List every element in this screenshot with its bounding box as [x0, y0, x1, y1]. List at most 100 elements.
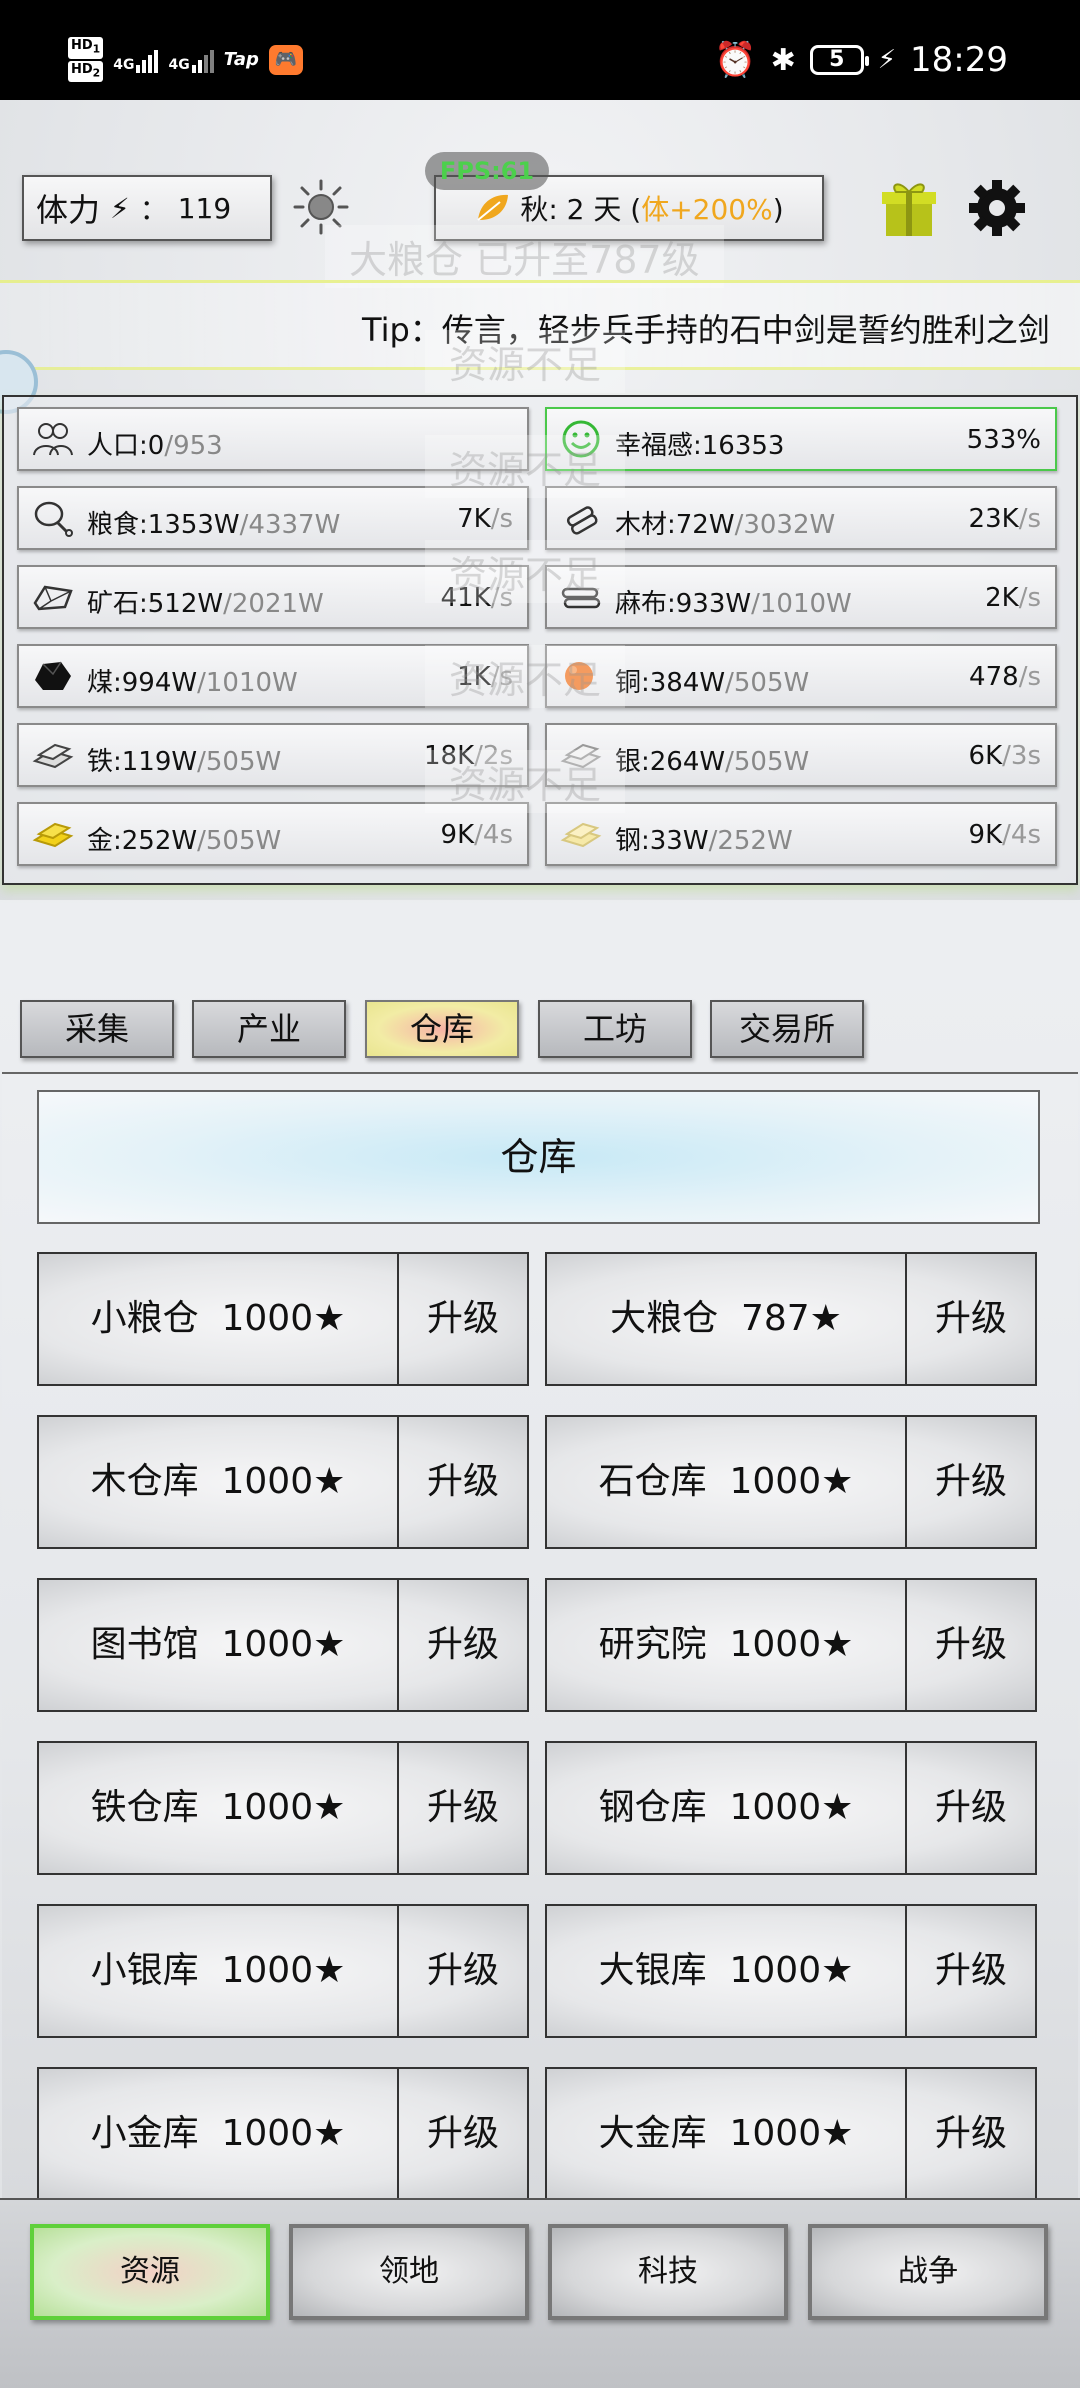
building-name: 铁仓库 1000★: [39, 1743, 399, 1873]
resource-amount: 矿石:512W/2021W: [87, 589, 324, 619]
building-card: 研究院 1000★ 升级: [545, 1578, 1037, 1712]
building-name: 小粮仓 1000★: [39, 1254, 399, 1384]
resource-amount: 铁:119W/505W: [87, 747, 282, 777]
resource-rate: 2K/s: [985, 583, 1041, 613]
building-name: 木仓库 1000★: [39, 1417, 399, 1547]
taptap-label: Tap: [223, 49, 259, 71]
building-name: 小金库 1000★: [39, 2069, 399, 2199]
meat-icon: [31, 498, 75, 538]
levelup-toast: 大粮仓 已升至787级: [325, 225, 724, 288]
tab-industry[interactable]: 产业: [192, 1000, 346, 1058]
building-name: 钢仓库 1000★: [547, 1743, 907, 1873]
upgrade-button[interactable]: 升级: [907, 1580, 1035, 1710]
stamina-value: 119: [177, 191, 232, 225]
insufficient-toast: 资源不足: [425, 540, 626, 603]
gift-icon[interactable]: [880, 178, 938, 238]
resource-amount: 木材:72W/3032W: [615, 510, 836, 540]
warehouse-title: 仓库: [37, 1090, 1040, 1224]
resource-amount: 粮食:1353W/4337W: [87, 510, 341, 540]
building-name: 图书馆 1000★: [39, 1580, 399, 1710]
resource-rate: 7K/s: [457, 504, 513, 534]
upgrade-button[interactable]: 升级: [907, 1254, 1035, 1384]
resource-amount: 煤:994W/1010W: [87, 668, 298, 698]
network-type-1: 4G: [113, 56, 135, 73]
building-card: 小银库 1000★ 升级: [37, 1904, 529, 2038]
signal-1: 4G: [113, 47, 159, 73]
building-name: 大金库 1000★: [547, 2069, 907, 2199]
iron-icon: [31, 735, 75, 775]
resource-amount: 麻布:933W/1010W: [615, 589, 852, 619]
nav-resources[interactable]: 资源: [30, 2224, 270, 2320]
building-name: 研究院 1000★: [547, 1580, 907, 1710]
resource-rate: 533%: [966, 425, 1041, 455]
resource-rate: 6K/3s: [968, 741, 1041, 771]
building-card: 大金库 1000★ 升级: [545, 2067, 1037, 2201]
hd1-badge: HD1: [68, 37, 104, 59]
insufficient-toast: 资源不足: [425, 330, 626, 393]
tab-workshop[interactable]: 工坊: [538, 1000, 692, 1058]
upgrade-button[interactable]: 升级: [399, 1743, 527, 1873]
resource-amount: 金:252W/505W: [87, 826, 282, 856]
tab-warehouse[interactable]: 仓库: [365, 1000, 519, 1058]
building-card: 木仓库 1000★ 升级: [37, 1415, 529, 1549]
upgrade-button[interactable]: 升级: [907, 1906, 1035, 2036]
building-name: 大粮仓 787★: [547, 1254, 907, 1384]
resource-rate: 23K/s: [968, 504, 1041, 534]
signal-bars-icon: [136, 47, 159, 73]
building-name: 小银库 1000★: [39, 1906, 399, 2036]
season-bonus: 体+200%: [641, 193, 773, 226]
resource-amount: 铜:384W/505W: [615, 668, 810, 698]
building-card: 钢仓库 1000★ 升级: [545, 1741, 1037, 1875]
leaf-icon: [477, 194, 509, 221]
resource-rate: 9K/4s: [440, 820, 513, 850]
nav-territory[interactable]: 领地: [289, 2224, 529, 2320]
gamepad-icon: 🎮: [268, 44, 303, 75]
network-type-2: 4G: [168, 56, 190, 73]
stamina-separator: ：: [139, 193, 168, 226]
insufficient-toast: 资源不足: [425, 435, 626, 498]
upgrade-button[interactable]: 升级: [399, 1417, 527, 1547]
clock-time: 18:29: [910, 40, 1008, 80]
upgrade-button[interactable]: 升级: [399, 1580, 527, 1710]
steel-icon: [559, 814, 603, 854]
signal-2: 4G: [168, 47, 214, 73]
coal-icon: [31, 656, 75, 696]
upgrade-button[interactable]: 升级: [399, 1906, 527, 2036]
building-card: 大粮仓 787★ 升级: [545, 1252, 1037, 1386]
bluetooth-icon: ✱: [770, 42, 796, 78]
signal-bars-icon: [191, 47, 214, 73]
wood-icon: [559, 498, 603, 538]
nav-war[interactable]: 战争: [808, 2224, 1048, 2320]
season-text: 秋: 2 天 (体+200%): [520, 193, 784, 226]
nav-technology[interactable]: 科技: [548, 2224, 788, 2320]
lightning-icon: ⚡: [110, 191, 130, 225]
fps-counter: FPS:61: [425, 152, 549, 190]
ore-icon: [31, 577, 75, 617]
building-card: 小金库 1000★ 升级: [37, 2067, 529, 2201]
building-card: 图书馆 1000★ 升级: [37, 1578, 529, 1712]
upgrade-button[interactable]: 升级: [907, 2069, 1035, 2199]
building-card: 铁仓库 1000★ 升级: [37, 1741, 529, 1875]
stamina-box[interactable]: 体力 ⚡ ： 119: [22, 175, 272, 241]
gear-icon[interactable]: [967, 178, 1027, 238]
people-icon: [31, 419, 75, 459]
stamina-label: 体力: [36, 191, 101, 229]
tab-exchange[interactable]: 交易所: [710, 1000, 864, 1058]
insufficient-toast: 资源不足: [425, 645, 626, 708]
hd2-badge: HD2: [68, 60, 104, 83]
building-name: 大银库 1000★: [547, 1906, 907, 2036]
building-card: 大银库 1000★ 升级: [545, 1904, 1037, 2038]
resource-amount: 人口:0/953: [87, 431, 223, 461]
battery-icon: 5: [809, 45, 869, 75]
upgrade-button[interactable]: 升级: [907, 1743, 1035, 1873]
status-bar: HD1 HD2 4G 4G Tap 🎮 ⏰ ✱ 5 ⚡ 18:29: [0, 0, 1080, 100]
tab-gather[interactable]: 采集: [20, 1000, 174, 1058]
resource-amount: 钢:33W/252W: [615, 826, 793, 856]
building-card: 小粮仓 1000★ 升级: [37, 1252, 529, 1386]
upgrade-button[interactable]: 升级: [399, 1254, 527, 1384]
charging-icon: ⚡: [877, 45, 897, 75]
resource-amount: 银:264W/505W: [615, 747, 810, 777]
upgrade-button[interactable]: 升级: [399, 2069, 527, 2199]
upgrade-button[interactable]: 升级: [907, 1417, 1035, 1547]
building-name: 石仓库 1000★: [547, 1417, 907, 1547]
